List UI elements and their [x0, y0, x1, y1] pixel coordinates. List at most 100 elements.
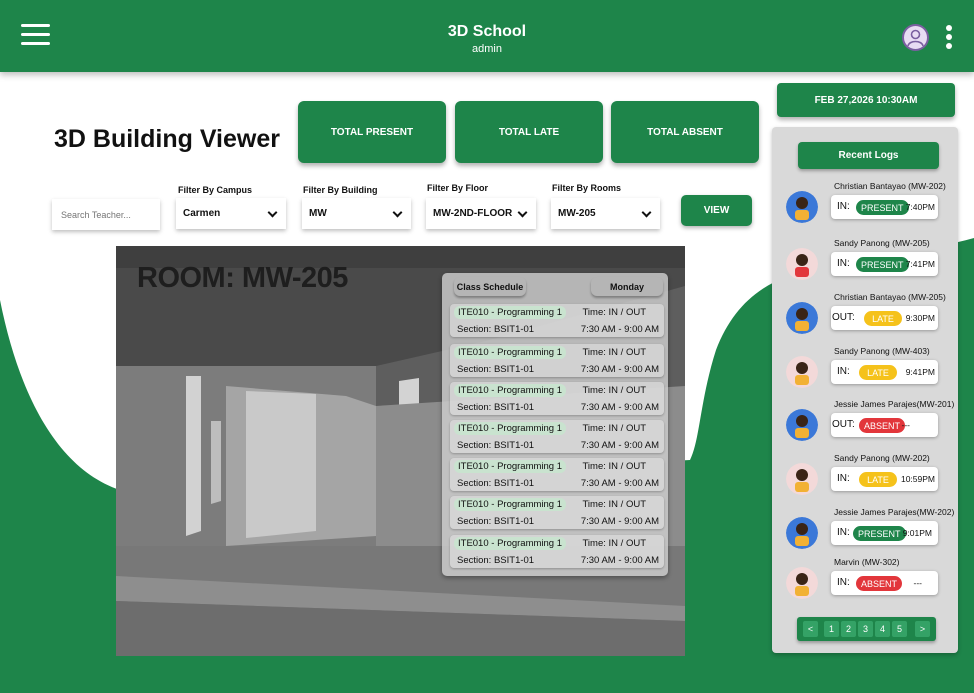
row-time-label: Time: IN / OUT: [582, 385, 646, 396]
teacher-avatar-icon: [786, 463, 818, 495]
total-late-button[interactable]: TOTAL LATE: [455, 101, 603, 163]
log-teacher-name: Christian Bantayao (MW-205): [834, 292, 946, 302]
rooms-filter-label: Filter By Rooms: [552, 183, 622, 193]
row-time-label: Time: IN / OUT: [582, 538, 646, 549]
schedule-row[interactable]: ITE010 - Programming 1 Time: IN / OUT Se…: [450, 344, 664, 377]
schedule-row[interactable]: ITE010 - Programming 1 Time: IN / OUT Se…: [450, 382, 664, 415]
teacher-avatar-icon: [786, 248, 818, 280]
log-item[interactable]: Christian Bantayao (MW-205) OUT: LATE 9:…: [772, 292, 958, 348]
rooms-filter-select[interactable]: MW-205: [551, 198, 660, 229]
schedule-row[interactable]: ITE010 - Programming 1 Time: IN / OUT Se…: [450, 535, 664, 568]
log-item[interactable]: Sandy Panong (MW-205) IN: PRESENT 7:41PM: [772, 238, 958, 294]
log-direction: IN:: [837, 366, 850, 377]
class-schedule-tab[interactable]: Class Schedule: [454, 277, 526, 296]
page-title: 3D Building Viewer: [54, 125, 280, 153]
floor-filter-select[interactable]: MW-2ND-FLOOR: [426, 198, 536, 229]
log-time: 9:01PM: [902, 528, 932, 538]
log-teacher-name: Sandy Panong (MW-205): [834, 238, 930, 248]
log-item[interactable]: Jessie James Parajes(MW-202) IN: PRESENT…: [772, 507, 958, 563]
app-title: 3D School: [447, 23, 527, 40]
page-1-button[interactable]: 1: [824, 621, 839, 637]
row-section: Section: BSIT1-01: [457, 324, 535, 335]
row-time-label: Time: IN / OUT: [582, 499, 646, 510]
log-item[interactable]: Marvin (MW-302) IN: ABSENT ---: [772, 557, 958, 613]
log-item[interactable]: Christian Bantayao (MW-202) IN: PRESENT …: [772, 181, 958, 237]
row-time-label: Time: IN / OUT: [582, 461, 646, 472]
row-course: ITE010 - Programming 1: [454, 422, 567, 435]
status-badge: LATE: [859, 365, 897, 380]
log-direction: IN:: [837, 527, 850, 538]
row-section: Section: BSIT1-01: [457, 516, 535, 527]
log-status-card: OUT: ABSENT ---: [831, 413, 938, 437]
log-time: 7:41PM: [905, 259, 935, 269]
row-section: Section: BSIT1-01: [457, 364, 535, 375]
page-5-button[interactable]: 5: [892, 621, 907, 637]
floor-filter-label: Filter By Floor: [427, 183, 489, 193]
log-status-card: IN: PRESENT 7:41PM: [831, 252, 938, 276]
row-hours: 7:30 AM - 9:00 AM: [580, 478, 659, 489]
chevron-down-icon: [392, 207, 403, 218]
log-status-card: IN: PRESENT 9:01PM: [831, 521, 938, 545]
log-time: ---: [901, 420, 911, 430]
floor-filter-value: MW-2ND-FLOOR: [433, 208, 513, 219]
log-item[interactable]: Sandy Panong (MW-202) IN: LATE 10:59PM: [772, 453, 958, 509]
day-tab[interactable]: Monday: [591, 277, 663, 296]
status-badge: LATE: [859, 472, 897, 487]
row-time-label: Time: IN / OUT: [582, 307, 646, 318]
log-direction: IN:: [837, 258, 850, 269]
page-3-button[interactable]: 3: [858, 621, 873, 637]
row-section: Section: BSIT1-01: [457, 402, 535, 413]
page-2-button[interactable]: 2: [841, 621, 856, 637]
row-hours: 7:30 AM - 9:00 AM: [580, 555, 659, 566]
row-course: ITE010 - Programming 1: [454, 384, 567, 397]
teacher-avatar-icon: [786, 191, 818, 223]
row-course: ITE010 - Programming 1: [454, 537, 567, 550]
teacher-avatar-icon: [786, 517, 818, 549]
campus-filter-select[interactable]: Carmen: [176, 198, 286, 229]
total-absent-button[interactable]: TOTAL ABSENT: [611, 101, 759, 163]
row-section: Section: BSIT1-01: [457, 478, 535, 489]
campus-filter-value: Carmen: [183, 208, 221, 219]
more-options-icon[interactable]: [946, 25, 954, 51]
next-page-button[interactable]: >: [915, 621, 930, 637]
log-teacher-name: Sandy Panong (MW-202): [834, 453, 930, 463]
rooms-filter-value: MW-205: [558, 208, 596, 219]
status-badge: LATE: [864, 311, 902, 326]
prev-page-button[interactable]: <: [803, 621, 818, 637]
chevron-down-icon: [517, 207, 528, 218]
class-schedule-panel: Class Schedule Monday ITE010 - Programmi…: [442, 273, 668, 576]
row-section: Section: BSIT1-01: [457, 440, 535, 451]
log-direction: OUT:: [832, 419, 855, 430]
log-status-card: IN: LATE 10:59PM: [831, 467, 938, 491]
teacher-avatar-icon: [786, 356, 818, 388]
log-status-card: IN: PRESENT 7:40PM: [831, 195, 938, 219]
app-subtitle: admin: [472, 43, 502, 55]
teacher-avatar-icon: [786, 302, 818, 334]
schedule-row[interactable]: ITE010 - Programming 1 Time: IN / OUT Se…: [450, 420, 664, 453]
row-course: ITE010 - Programming 1: [454, 306, 567, 319]
user-avatar-icon[interactable]: [902, 24, 929, 51]
log-time: 9:30PM: [905, 313, 935, 323]
building-filter-select[interactable]: MW: [302, 198, 411, 229]
log-time: 7:40PM: [905, 202, 935, 212]
log-item[interactable]: Jessie James Parajes(MW-201) OUT: ABSENT…: [772, 399, 958, 455]
page-4-button[interactable]: 4: [875, 621, 890, 637]
status-badge: PRESENT: [856, 257, 909, 272]
row-hours: 7:30 AM - 9:00 AM: [580, 324, 659, 335]
view-button[interactable]: VIEW: [681, 195, 752, 226]
log-teacher-name: Jessie James Parajes(MW-201): [834, 399, 955, 409]
teacher-avatar-icon: [786, 409, 818, 441]
3d-building-viewport[interactable]: ROOM: MW-205 Class Schedule Monday ITE01…: [116, 246, 685, 656]
total-present-button[interactable]: TOTAL PRESENT: [298, 101, 446, 163]
schedule-row[interactable]: ITE010 - Programming 1 Time: IN / OUT Se…: [450, 496, 664, 529]
search-teacher-input[interactable]: [52, 199, 160, 230]
recent-logs-panel: Recent Logs Christian Bantayao (MW-202) …: [772, 127, 958, 653]
row-hours: 7:30 AM - 9:00 AM: [580, 440, 659, 451]
log-direction: IN:: [837, 577, 850, 588]
log-status-card: IN: ABSENT ---: [831, 571, 938, 595]
schedule-row[interactable]: ITE010 - Programming 1 Time: IN / OUT Se…: [450, 304, 664, 337]
schedule-row[interactable]: ITE010 - Programming 1 Time: IN / OUT Se…: [450, 458, 664, 491]
recent-logs-title[interactable]: Recent Logs: [798, 142, 939, 169]
log-item[interactable]: Sandy Panong (MW-403) IN: LATE 9:41PM: [772, 346, 958, 402]
log-teacher-name: Sandy Panong (MW-403): [834, 346, 930, 356]
